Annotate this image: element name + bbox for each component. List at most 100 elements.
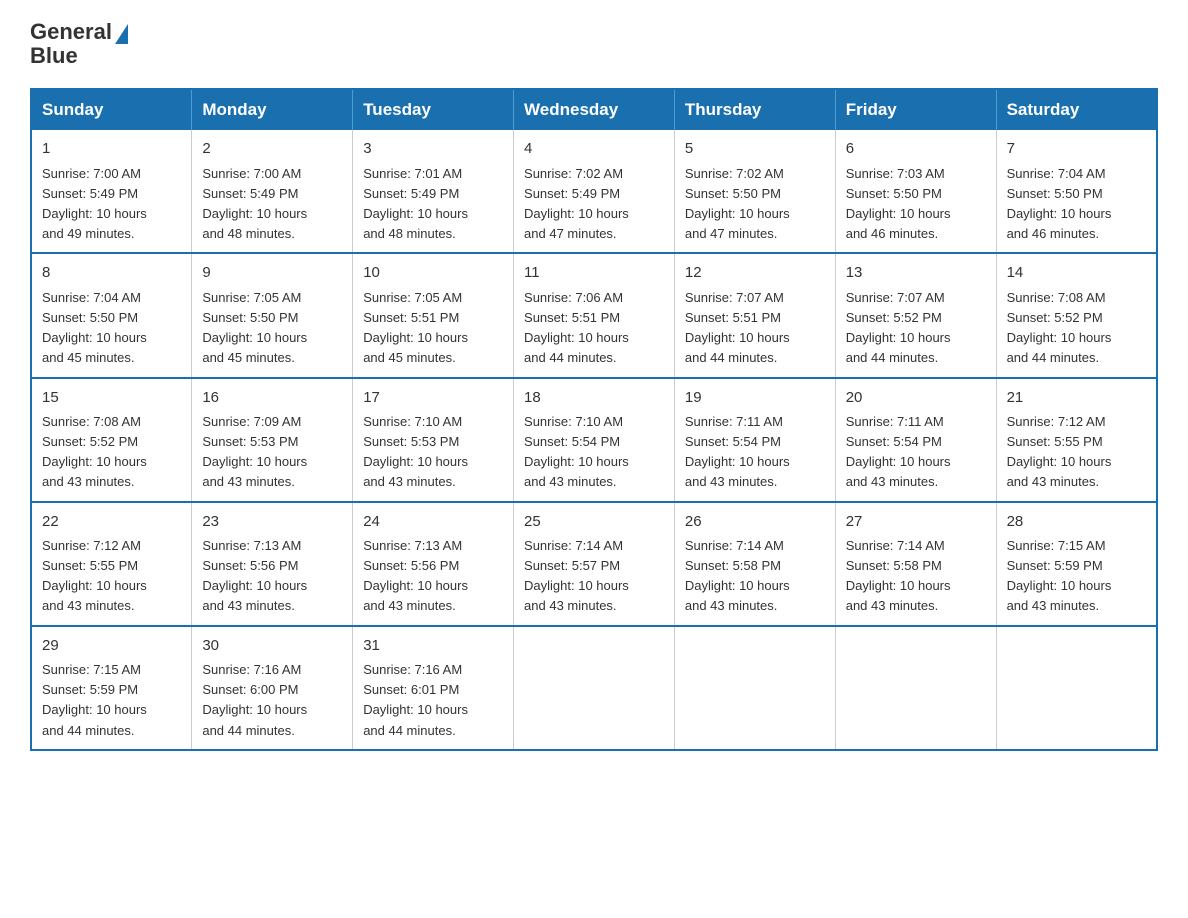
weekday-header-friday: Friday: [835, 89, 996, 130]
calendar-week-row: 15 Sunrise: 7:08 AMSunset: 5:52 PMDaylig…: [31, 378, 1157, 502]
logo-triangle-icon: [115, 24, 128, 44]
calendar-cell: 3 Sunrise: 7:01 AMSunset: 5:49 PMDayligh…: [353, 130, 514, 253]
day-info: Sunrise: 7:10 AMSunset: 5:53 PMDaylight:…: [363, 414, 468, 489]
calendar-week-row: 22 Sunrise: 7:12 AMSunset: 5:55 PMDaylig…: [31, 502, 1157, 626]
calendar-cell: 17 Sunrise: 7:10 AMSunset: 5:53 PMDaylig…: [353, 378, 514, 502]
weekday-header-tuesday: Tuesday: [353, 89, 514, 130]
day-number: 6: [846, 138, 986, 161]
day-info: Sunrise: 7:15 AMSunset: 5:59 PMDaylight:…: [1007, 538, 1112, 613]
day-number: 8: [42, 262, 181, 285]
calendar-week-row: 29 Sunrise: 7:15 AMSunset: 5:59 PMDaylig…: [31, 626, 1157, 750]
calendar-cell: 10 Sunrise: 7:05 AMSunset: 5:51 PMDaylig…: [353, 253, 514, 377]
calendar-header-row: SundayMondayTuesdayWednesdayThursdayFrid…: [31, 89, 1157, 130]
day-number: 30: [202, 635, 342, 658]
calendar-cell: 12 Sunrise: 7:07 AMSunset: 5:51 PMDaylig…: [674, 253, 835, 377]
calendar-cell: 30 Sunrise: 7:16 AMSunset: 6:00 PMDaylig…: [192, 626, 353, 750]
day-number: 4: [524, 138, 664, 161]
day-number: 1: [42, 138, 181, 161]
day-info: Sunrise: 7:10 AMSunset: 5:54 PMDaylight:…: [524, 414, 629, 489]
calendar-cell: 19 Sunrise: 7:11 AMSunset: 5:54 PMDaylig…: [674, 378, 835, 502]
calendar-cell: 20 Sunrise: 7:11 AMSunset: 5:54 PMDaylig…: [835, 378, 996, 502]
day-number: 29: [42, 635, 181, 658]
day-info: Sunrise: 7:07 AMSunset: 5:52 PMDaylight:…: [846, 290, 951, 365]
day-info: Sunrise: 7:09 AMSunset: 5:53 PMDaylight:…: [202, 414, 307, 489]
calendar-cell: 18 Sunrise: 7:10 AMSunset: 5:54 PMDaylig…: [514, 378, 675, 502]
day-number: 20: [846, 387, 986, 410]
weekday-header-saturday: Saturday: [996, 89, 1157, 130]
calendar-cell: 9 Sunrise: 7:05 AMSunset: 5:50 PMDayligh…: [192, 253, 353, 377]
calendar-cell: 28 Sunrise: 7:15 AMSunset: 5:59 PMDaylig…: [996, 502, 1157, 626]
day-info: Sunrise: 7:12 AMSunset: 5:55 PMDaylight:…: [1007, 414, 1112, 489]
calendar-cell: 6 Sunrise: 7:03 AMSunset: 5:50 PMDayligh…: [835, 130, 996, 253]
day-info: Sunrise: 7:05 AMSunset: 5:50 PMDaylight:…: [202, 290, 307, 365]
calendar-cell: [514, 626, 675, 750]
day-info: Sunrise: 7:05 AMSunset: 5:51 PMDaylight:…: [363, 290, 468, 365]
calendar-cell: 13 Sunrise: 7:07 AMSunset: 5:52 PMDaylig…: [835, 253, 996, 377]
day-info: Sunrise: 7:00 AMSunset: 5:49 PMDaylight:…: [202, 166, 307, 241]
calendar-cell: [674, 626, 835, 750]
calendar-cell: 29 Sunrise: 7:15 AMSunset: 5:59 PMDaylig…: [31, 626, 192, 750]
day-number: 26: [685, 511, 825, 534]
weekday-header-thursday: Thursday: [674, 89, 835, 130]
day-number: 28: [1007, 511, 1146, 534]
day-number: 14: [1007, 262, 1146, 285]
logo-text-general: General: [30, 20, 112, 44]
day-info: Sunrise: 7:04 AMSunset: 5:50 PMDaylight:…: [42, 290, 147, 365]
day-info: Sunrise: 7:04 AMSunset: 5:50 PMDaylight:…: [1007, 166, 1112, 241]
day-info: Sunrise: 7:03 AMSunset: 5:50 PMDaylight:…: [846, 166, 951, 241]
day-info: Sunrise: 7:02 AMSunset: 5:50 PMDaylight:…: [685, 166, 790, 241]
calendar-cell: 22 Sunrise: 7:12 AMSunset: 5:55 PMDaylig…: [31, 502, 192, 626]
day-info: Sunrise: 7:12 AMSunset: 5:55 PMDaylight:…: [42, 538, 147, 613]
day-info: Sunrise: 7:11 AMSunset: 5:54 PMDaylight:…: [685, 414, 790, 489]
day-info: Sunrise: 7:14 AMSunset: 5:58 PMDaylight:…: [846, 538, 951, 613]
logo-text-blue: Blue: [30, 43, 78, 68]
day-number: 23: [202, 511, 342, 534]
calendar-cell: 31 Sunrise: 7:16 AMSunset: 6:01 PMDaylig…: [353, 626, 514, 750]
day-number: 10: [363, 262, 503, 285]
calendar-week-row: 8 Sunrise: 7:04 AMSunset: 5:50 PMDayligh…: [31, 253, 1157, 377]
day-number: 25: [524, 511, 664, 534]
day-number: 2: [202, 138, 342, 161]
day-number: 15: [42, 387, 181, 410]
day-info: Sunrise: 7:01 AMSunset: 5:49 PMDaylight:…: [363, 166, 468, 241]
calendar-cell: [835, 626, 996, 750]
page-header: General Blue: [30, 20, 1158, 68]
day-number: 19: [685, 387, 825, 410]
day-info: Sunrise: 7:06 AMSunset: 5:51 PMDaylight:…: [524, 290, 629, 365]
day-info: Sunrise: 7:15 AMSunset: 5:59 PMDaylight:…: [42, 662, 147, 737]
day-number: 16: [202, 387, 342, 410]
day-info: Sunrise: 7:08 AMSunset: 5:52 PMDaylight:…: [42, 414, 147, 489]
calendar-cell: 21 Sunrise: 7:12 AMSunset: 5:55 PMDaylig…: [996, 378, 1157, 502]
day-info: Sunrise: 7:07 AMSunset: 5:51 PMDaylight:…: [685, 290, 790, 365]
day-info: Sunrise: 7:16 AMSunset: 6:00 PMDaylight:…: [202, 662, 307, 737]
day-number: 13: [846, 262, 986, 285]
day-number: 11: [524, 262, 664, 285]
day-info: Sunrise: 7:02 AMSunset: 5:49 PMDaylight:…: [524, 166, 629, 241]
calendar-cell: 16 Sunrise: 7:09 AMSunset: 5:53 PMDaylig…: [192, 378, 353, 502]
calendar-table: SundayMondayTuesdayWednesdayThursdayFrid…: [30, 88, 1158, 750]
day-number: 27: [846, 511, 986, 534]
calendar-cell: 14 Sunrise: 7:08 AMSunset: 5:52 PMDaylig…: [996, 253, 1157, 377]
day-number: 17: [363, 387, 503, 410]
day-number: 5: [685, 138, 825, 161]
calendar-cell: 23 Sunrise: 7:13 AMSunset: 5:56 PMDaylig…: [192, 502, 353, 626]
day-info: Sunrise: 7:13 AMSunset: 5:56 PMDaylight:…: [363, 538, 468, 613]
calendar-cell: 26 Sunrise: 7:14 AMSunset: 5:58 PMDaylig…: [674, 502, 835, 626]
day-number: 24: [363, 511, 503, 534]
calendar-cell: [996, 626, 1157, 750]
logo: General Blue: [30, 20, 128, 68]
day-number: 3: [363, 138, 503, 161]
calendar-cell: 1 Sunrise: 7:00 AMSunset: 5:49 PMDayligh…: [31, 130, 192, 253]
calendar-cell: 5 Sunrise: 7:02 AMSunset: 5:50 PMDayligh…: [674, 130, 835, 253]
day-info: Sunrise: 7:08 AMSunset: 5:52 PMDaylight:…: [1007, 290, 1112, 365]
day-info: Sunrise: 7:16 AMSunset: 6:01 PMDaylight:…: [363, 662, 468, 737]
calendar-cell: 25 Sunrise: 7:14 AMSunset: 5:57 PMDaylig…: [514, 502, 675, 626]
day-number: 12: [685, 262, 825, 285]
day-info: Sunrise: 7:11 AMSunset: 5:54 PMDaylight:…: [846, 414, 951, 489]
weekday-header-wednesday: Wednesday: [514, 89, 675, 130]
day-info: Sunrise: 7:00 AMSunset: 5:49 PMDaylight:…: [42, 166, 147, 241]
day-number: 7: [1007, 138, 1146, 161]
calendar-cell: 24 Sunrise: 7:13 AMSunset: 5:56 PMDaylig…: [353, 502, 514, 626]
calendar-cell: 2 Sunrise: 7:00 AMSunset: 5:49 PMDayligh…: [192, 130, 353, 253]
weekday-header-sunday: Sunday: [31, 89, 192, 130]
